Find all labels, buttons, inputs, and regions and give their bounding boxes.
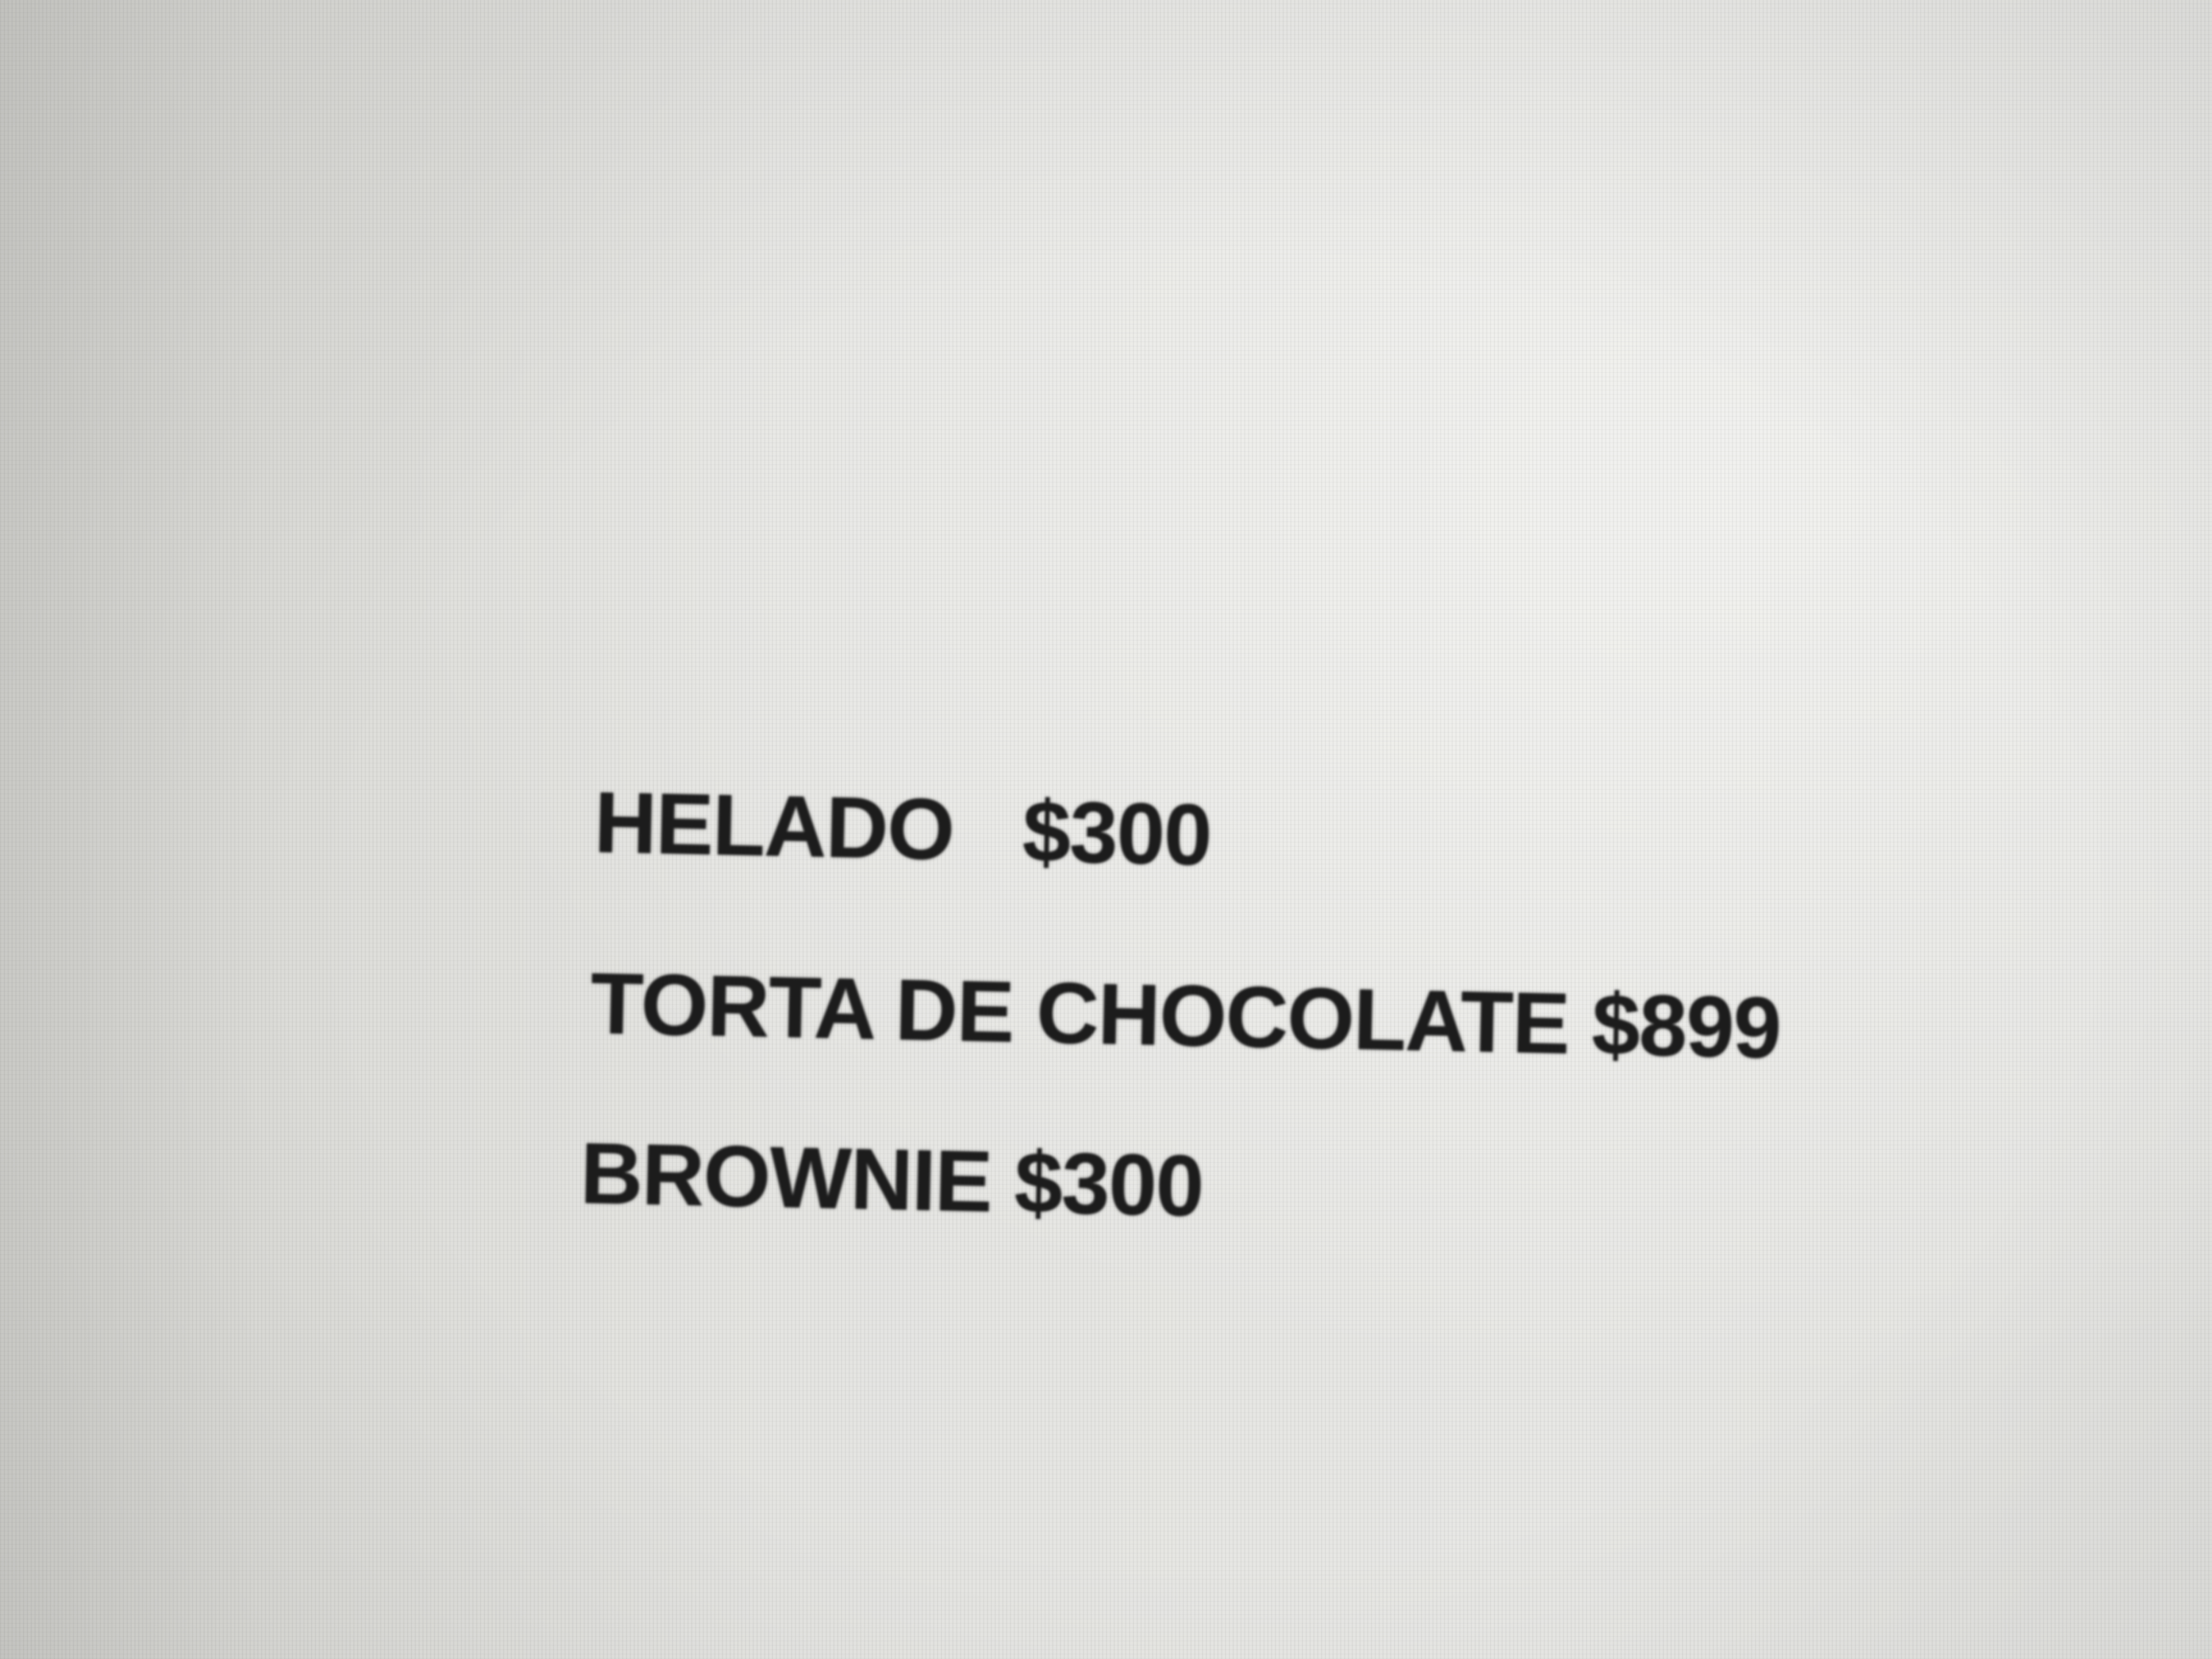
photo-of-screen: { "menu": { "items": [ { "text": "HELADO… <box>0 0 2212 1659</box>
menu-item-torta-de-chocolate: TORTA DE CHOCOLATE $899 <box>589 955 1782 1077</box>
menu-item-helado: HELADO $300 <box>593 774 1212 884</box>
dessert-price-list: HELADO $300 TORTA DE CHOCOLATE $899 BROW… <box>579 774 1857 1234</box>
menu-item-brownie: BROWNIE $300 <box>579 1125 1204 1235</box>
